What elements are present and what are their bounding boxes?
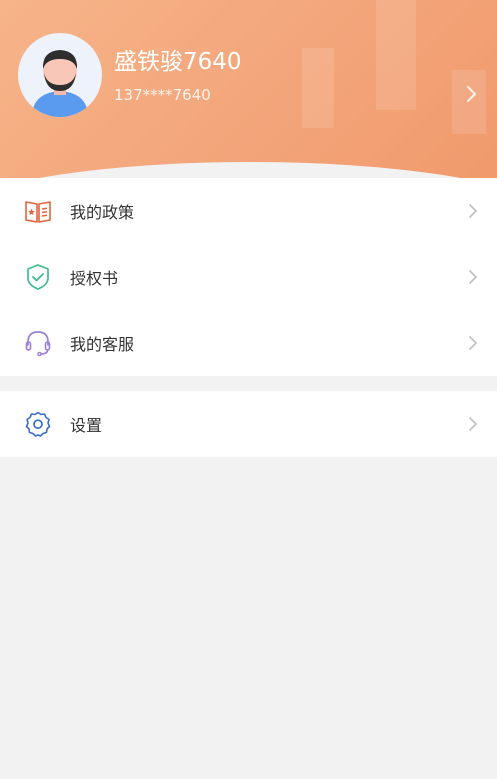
menu-item-label: 设置 — [70, 416, 103, 435]
chevron-right-icon[interactable] — [466, 85, 478, 103]
avatar[interactable] — [18, 33, 102, 117]
settings-group: 设置 — [0, 391, 497, 457]
chevron-right-icon — [469, 270, 477, 284]
decorative-bar — [302, 48, 334, 128]
menu-item-label: 授权书 — [70, 269, 119, 288]
menu-item-authorization[interactable]: 授权书 — [0, 244, 497, 310]
decorative-bar — [376, 0, 416, 110]
menu-item-settings[interactable]: 设置 — [0, 391, 497, 457]
menu-item-policy[interactable]: 我的政策 — [0, 178, 497, 244]
chevron-right-icon — [469, 417, 477, 431]
policy-book-icon — [25, 201, 51, 223]
profile-header[interactable]: 盛铁骏7640 137****7640 — [0, 0, 497, 180]
gear-icon — [25, 411, 51, 437]
menu-item-label: 我的客服 — [70, 335, 135, 354]
menu-group: 我的政策 授权书 我的客服 — [0, 178, 497, 376]
shield-check-icon — [27, 264, 49, 290]
menu-item-customer-service[interactable]: 我的客服 — [0, 310, 497, 376]
chevron-right-icon — [469, 204, 477, 218]
avatar-icon — [32, 50, 88, 117]
chevron-right-icon — [469, 336, 477, 350]
headset-icon — [25, 331, 51, 357]
user-phone: 137****7640 — [114, 86, 211, 104]
menu-item-label: 我的政策 — [70, 203, 135, 222]
user-name: 盛铁骏7640 — [114, 49, 242, 75]
